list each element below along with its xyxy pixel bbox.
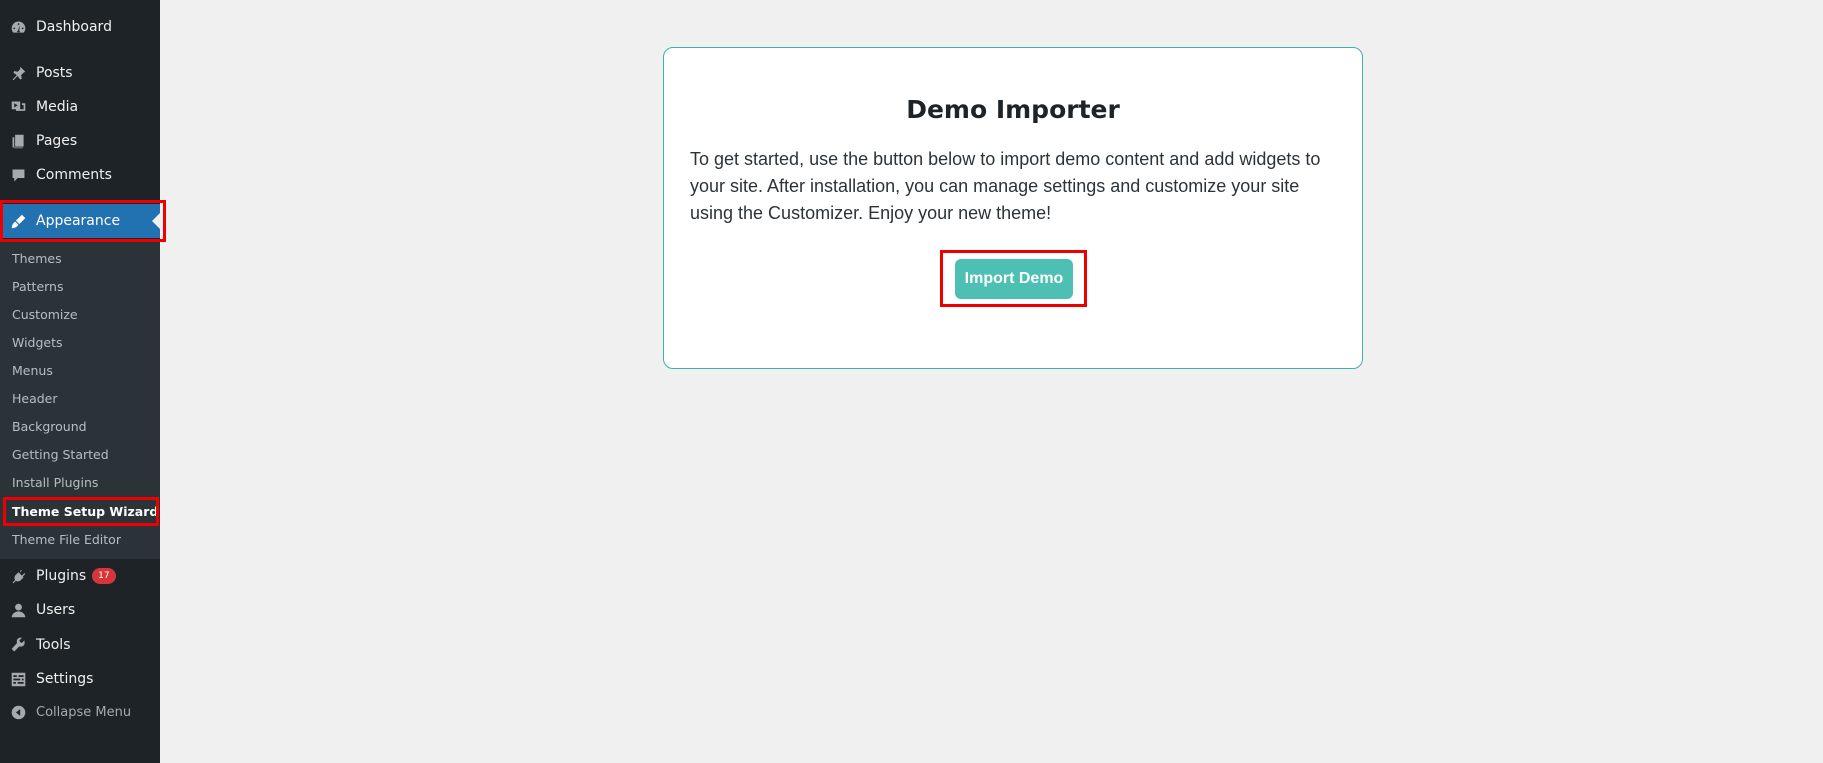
card-description: To get started, use the button below to … [690,149,1321,223]
comment-icon [0,158,36,192]
menu-label: Comments [36,167,112,183]
card-title: Demo Importer [906,95,1120,124]
dashboard-icon [0,10,36,44]
pin-icon [0,56,36,90]
update-count-badge: 17 [92,568,116,584]
submenu-item-customize[interactable]: Customize [12,307,78,322]
menu-label: Tools [36,637,71,653]
plugin-icon [0,559,36,593]
menu-label: Dashboard [36,19,112,35]
submenu-item-patterns[interactable]: Patterns [12,279,63,294]
menu-label: Plugins [36,568,87,584]
menu-label: Settings [36,671,94,687]
menu-item-media[interactable]: Media [0,90,160,124]
user-icon [0,593,36,627]
menu-label: Appearance [36,213,121,229]
pages-icon [0,124,36,158]
submenu-item-menus[interactable]: Menus [12,363,53,378]
collapse-menu-button[interactable]: Collapse Menu [0,695,160,729]
menu-item-plugins[interactable]: Plugins 17 [0,559,160,593]
submenu-item-themes[interactable]: Themes [12,251,62,266]
collapse-icon [0,695,36,729]
menu-item-pages[interactable]: Pages [0,124,160,158]
submenu-item-header[interactable]: Header [12,391,58,406]
collapse-label: Collapse Menu [36,704,132,720]
submenu-item-background[interactable]: Background [12,419,87,434]
settings-icon [0,662,36,696]
menu-item-tools[interactable]: Tools [0,628,160,662]
menu-item-appearance[interactable]: Appearance [0,204,160,238]
menu-label: Users [36,602,76,618]
demo-importer-card: Demo Importer To get started, use the bu… [663,47,1363,369]
menu-item-comments[interactable]: Comments [0,158,160,192]
menu-label: Pages [36,133,78,149]
appearance-submenu: Themes Patterns Customize Widgets Menus … [0,241,160,559]
menu-label: Posts [36,65,73,81]
submenu-item-install-plugins[interactable]: Install Plugins [12,475,98,490]
brush-icon [0,204,36,238]
submenu-item-widgets[interactable]: Widgets [12,335,63,350]
menu-item-users[interactable]: Users [0,593,160,627]
menu-item-posts[interactable]: Posts [0,56,160,90]
submenu-item-getting-started[interactable]: Getting Started [12,447,109,462]
import-demo-button[interactable]: Import Demo [955,259,1073,299]
menu-item-settings[interactable]: Settings [0,662,160,696]
menu-label: Media [36,99,79,115]
menu-item-dashboard[interactable]: Dashboard [0,10,160,44]
current-arrow [152,213,160,229]
submenu-item-theme-file-editor[interactable]: Theme File Editor [12,532,121,547]
wrench-icon [0,628,36,662]
submenu-item-theme-setup-wizard[interactable]: Theme Setup Wizard [12,504,158,519]
admin-sidebar: Dashboard Posts Media Pages Comments App… [0,0,160,763]
media-icon [0,90,36,124]
